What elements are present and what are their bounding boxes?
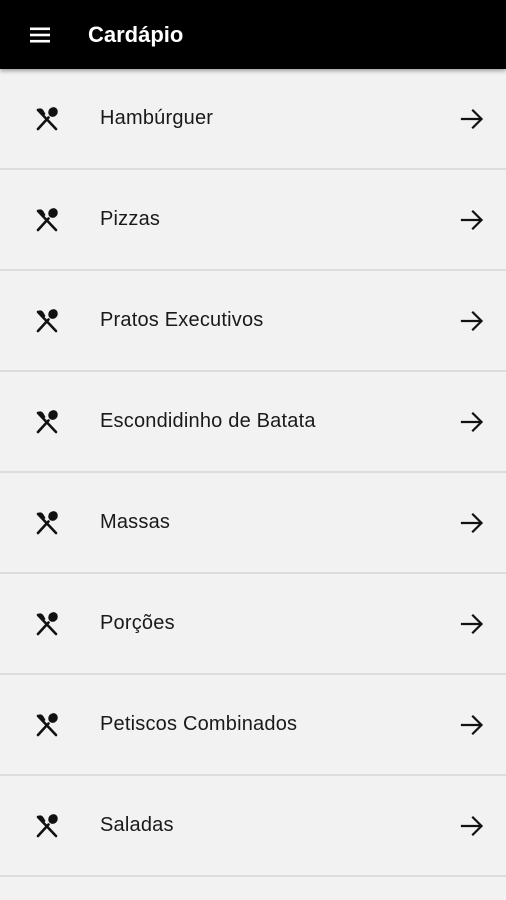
arrow-right-icon xyxy=(460,815,484,836)
menu-item-label: Porções xyxy=(100,612,175,634)
menu-button[interactable] xyxy=(0,0,80,69)
menu-item-label: Escondidinho de Batata xyxy=(100,410,316,432)
arrow-right-icon xyxy=(460,411,484,432)
menu-item-porcoes[interactable]: Porções xyxy=(0,574,506,675)
app-bar: Cardápio xyxy=(0,0,506,69)
arrow-right-icon xyxy=(460,613,484,634)
menu-item-label: Hambúrguer xyxy=(100,107,214,129)
arrow-right-icon xyxy=(460,310,484,331)
menu-item-petiscos-combinados[interactable]: Petiscos Combinados xyxy=(0,675,506,776)
restaurant-icon xyxy=(36,813,58,837)
menu-item-pizzas[interactable]: Pizzas xyxy=(0,170,506,271)
page-title: Cardápio xyxy=(88,21,184,47)
menu-item-label: Pratos Executivos xyxy=(100,309,264,331)
arrow-right-icon xyxy=(460,209,484,230)
restaurant-icon xyxy=(36,207,58,231)
restaurant-icon xyxy=(36,106,58,130)
restaurant-icon xyxy=(36,308,58,332)
menu-item-label: Saladas xyxy=(100,814,174,836)
menu-list: Hambúrguer Pizzas Pratos Executivos Esco… xyxy=(0,69,506,900)
menu-item-pratos-executivos[interactable]: Pratos Executivos xyxy=(0,271,506,372)
menu-item-label: Pizzas xyxy=(100,208,161,230)
restaurant-icon xyxy=(36,611,58,635)
restaurant-icon xyxy=(36,712,58,736)
menu-icon xyxy=(30,27,50,42)
menu-item-escondidinho[interactable]: Escondidinho de Batata xyxy=(0,372,506,473)
menu-item-label: Massas xyxy=(100,511,171,533)
menu-item-massas[interactable]: Massas xyxy=(0,473,506,574)
arrow-right-icon xyxy=(460,512,484,533)
restaurant-icon xyxy=(36,409,58,433)
arrow-right-icon xyxy=(460,714,484,735)
restaurant-icon xyxy=(36,510,58,534)
menu-item-saladas[interactable]: Saladas xyxy=(0,776,506,877)
menu-item-label: Petiscos Combinados xyxy=(100,713,298,735)
arrow-right-icon xyxy=(460,108,484,129)
menu-item-hamburguer[interactable]: Hambúrguer xyxy=(0,69,506,170)
